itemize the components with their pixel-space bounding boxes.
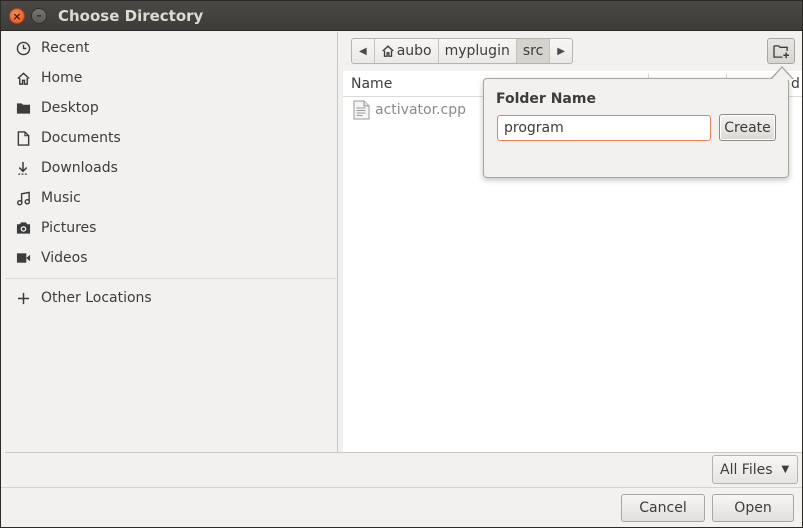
document-icon bbox=[14, 129, 32, 147]
window-title: Choose Directory bbox=[58, 7, 204, 25]
new-folder-popover: Folder Name Create bbox=[483, 78, 789, 178]
chevron-down-icon: ▼ bbox=[781, 464, 790, 475]
minimize-icon: – bbox=[36, 9, 42, 22]
popover-pointer-fill bbox=[771, 68, 793, 80]
sidebar-item-label: Videos bbox=[41, 250, 88, 266]
sidebar-item-label: Recent bbox=[41, 40, 90, 56]
video-icon bbox=[14, 249, 32, 267]
sidebar-item-other-locations[interactable]: Other Locations bbox=[5, 284, 338, 312]
sidebar-item-label: Desktop bbox=[41, 100, 99, 116]
home-icon bbox=[381, 44, 395, 58]
path-bar: ◀ aubo myplugin src ▶ bbox=[351, 38, 573, 64]
file-filter-value: All Files bbox=[720, 461, 773, 478]
open-button[interactable]: Open bbox=[712, 494, 794, 522]
sidebar-item-label: Home bbox=[41, 70, 83, 86]
sidebar-item-label: Downloads bbox=[41, 160, 118, 176]
music-icon bbox=[14, 189, 32, 207]
sidebar-item-downloads[interactable]: Downloads bbox=[5, 154, 338, 182]
close-window-button[interactable]: × bbox=[9, 8, 25, 24]
column-header-name[interactable]: Name bbox=[351, 76, 392, 92]
sidebar-item-documents[interactable]: Documents bbox=[5, 124, 338, 152]
title-bar: × – Choose Directory bbox=[1, 1, 802, 31]
plus-icon bbox=[14, 289, 32, 307]
download-icon bbox=[14, 159, 32, 177]
sidebar-separator bbox=[5, 278, 338, 279]
right-arrow-icon: ▶ bbox=[557, 45, 565, 57]
path-segment-home[interactable]: aubo bbox=[375, 39, 439, 63]
sidebar-item-music[interactable]: Music bbox=[5, 184, 338, 212]
sidebar-item-recent[interactable]: Recent bbox=[5, 34, 338, 62]
sidebar-item-home[interactable]: Home bbox=[5, 64, 338, 92]
popover-title: Folder Name bbox=[496, 91, 596, 107]
path-segment-label: aubo bbox=[396, 43, 432, 59]
sidebar-item-desktop[interactable]: Desktop bbox=[5, 94, 338, 122]
path-forward-button[interactable]: ▶ bbox=[550, 39, 572, 63]
folder-name-input[interactable] bbox=[497, 115, 711, 141]
file-name: activator.cpp bbox=[375, 102, 466, 118]
file-chooser-dialog: × – Choose Directory Recent Home Desktop bbox=[0, 0, 803, 528]
minimize-window-button[interactable]: – bbox=[31, 8, 47, 24]
sidebar-item-label: Other Locations bbox=[41, 290, 152, 306]
cancel-button[interactable]: Cancel bbox=[621, 494, 705, 522]
places-sidebar: Recent Home Desktop Documents Downloads bbox=[5, 32, 338, 452]
path-segment-label: src bbox=[522, 43, 544, 59]
create-button[interactable]: Create bbox=[719, 114, 776, 141]
sidebar-item-label: Music bbox=[41, 190, 81, 206]
path-back-button[interactable]: ◀ bbox=[352, 39, 375, 63]
path-segment-label: myplugin bbox=[444, 43, 510, 59]
sidebar-item-label: Pictures bbox=[41, 220, 97, 236]
home-icon bbox=[14, 69, 32, 87]
new-folder-icon bbox=[772, 44, 790, 59]
folder-icon bbox=[14, 99, 32, 117]
close-icon: × bbox=[12, 10, 22, 23]
left-arrow-icon: ◀ bbox=[359, 45, 367, 57]
filter-bar bbox=[5, 452, 802, 487]
camera-icon bbox=[14, 219, 32, 237]
file-filter-dropdown[interactable]: All Files ▼ bbox=[712, 455, 798, 484]
sidebar-item-videos[interactable]: Videos bbox=[5, 244, 338, 272]
create-folder-button[interactable] bbox=[767, 38, 795, 64]
sidebar-item-label: Documents bbox=[41, 130, 121, 146]
sidebar-item-pictures[interactable]: Pictures bbox=[5, 214, 338, 242]
path-segment-myplugin[interactable]: myplugin bbox=[439, 39, 517, 63]
text-file-icon bbox=[353, 100, 370, 120]
path-segment-src[interactable]: src bbox=[516, 39, 551, 63]
clock-icon bbox=[14, 39, 32, 57]
